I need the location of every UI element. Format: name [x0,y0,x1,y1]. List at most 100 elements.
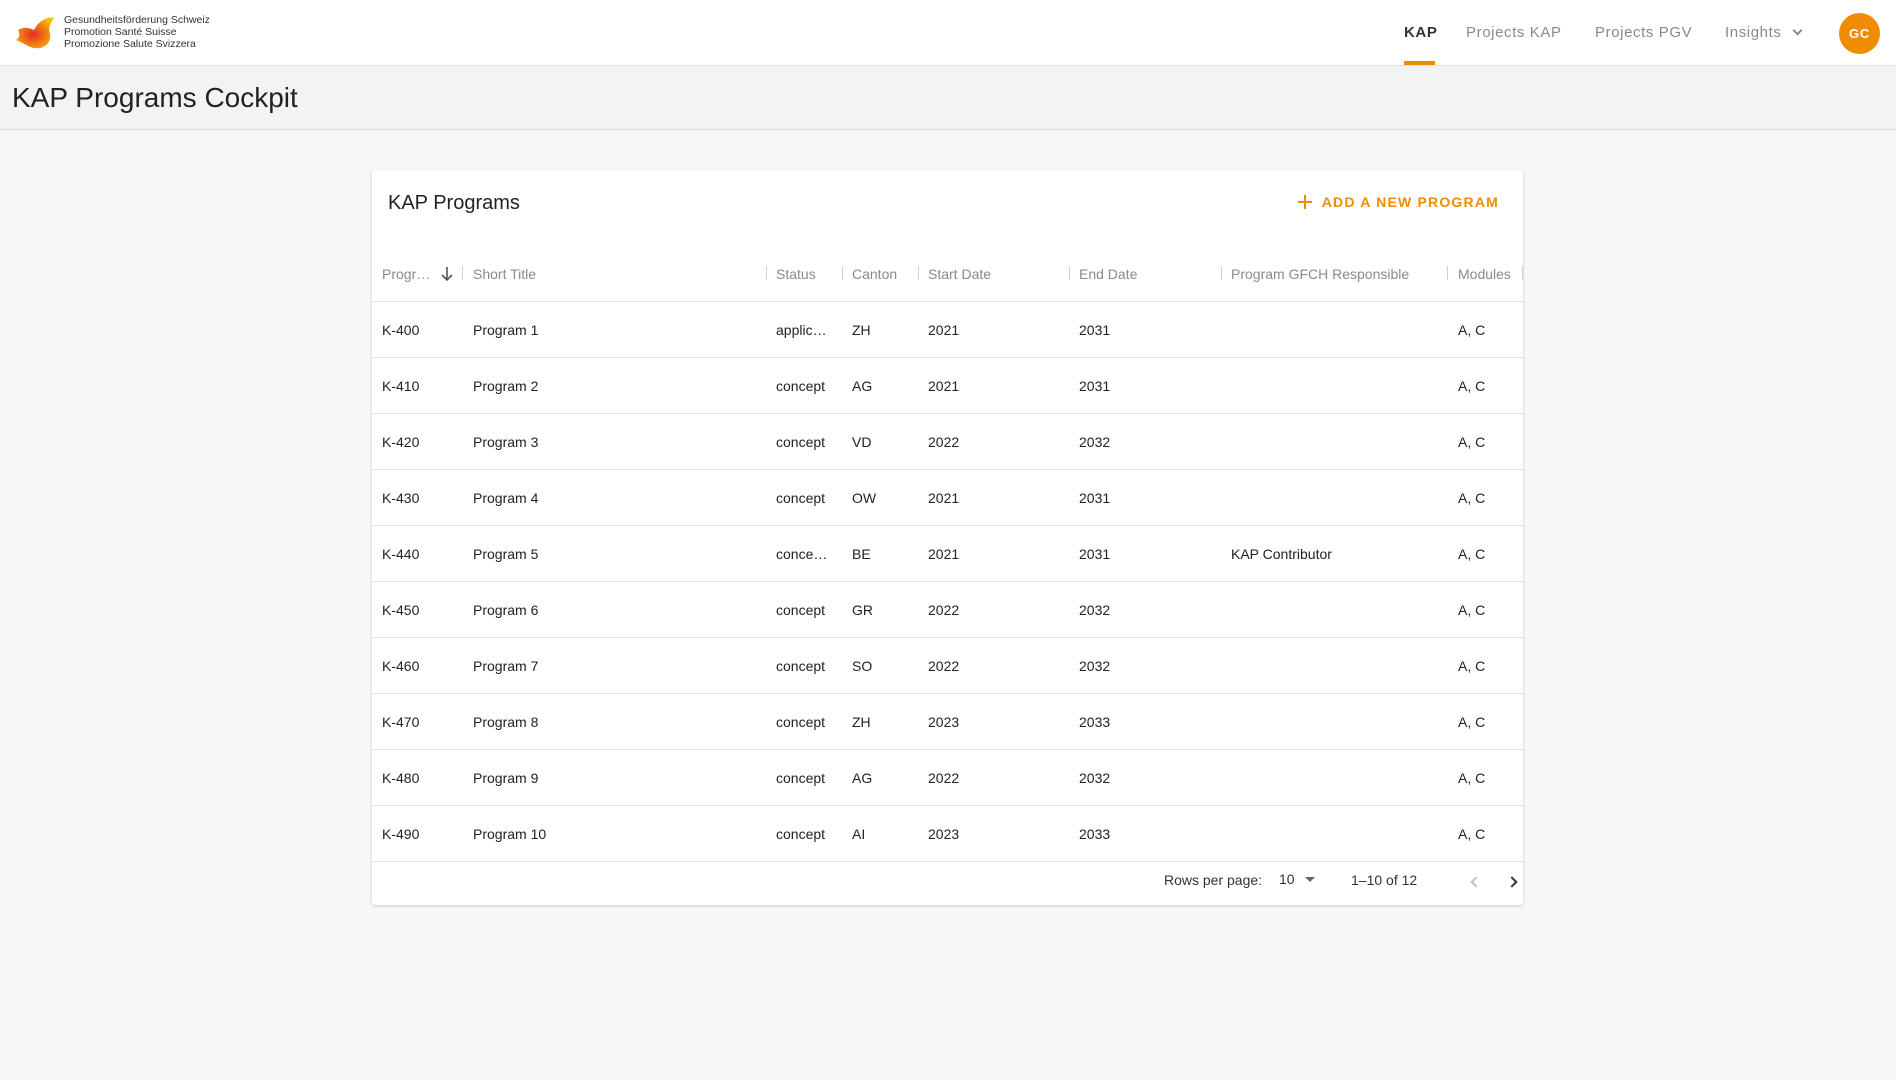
table-row[interactable]: K-490 Program 10 concept AI 2023 2033 A, C [372,806,1523,862]
previous-page-button[interactable] [1460,868,1488,896]
cell-program-id: K-490 [382,826,420,842]
cell-program-id: K-440 [382,546,420,562]
logo-text: Gesundheitsförderung Schweiz Promotion S… [64,14,210,51]
column-separator[interactable] [1069,266,1070,280]
caret-down-icon [1304,876,1315,882]
table-row[interactable]: K-420 Program 3 concept VD 2022 2032 A, C [372,414,1523,470]
table-row[interactable]: K-460 Program 7 concept SO 2022 2032 A, C [372,638,1523,694]
cell-short-title: Program 5 [473,546,539,562]
cell-status: concept [776,434,826,450]
cell-end-date: 2031 [1079,546,1111,562]
cell-canton: ZH [852,714,871,730]
column-separator[interactable] [766,266,767,280]
column-header-modules[interactable]: Modules [1458,266,1511,282]
column-separator[interactable] [1522,266,1523,280]
table-row[interactable]: K-430 Program 4 concept OW 2021 2031 A, C [372,470,1523,526]
cell-modules: A, C [1458,602,1486,618]
cell-short-title: Program 3 [473,434,539,450]
nav-tab-kap[interactable]: KAP [1404,24,1437,41]
cell-short-title: Program 4 [473,490,539,506]
nav-tab-projects-pgv[interactable]: Projects PGV [1595,24,1692,41]
cell-short-title: Program 8 [473,714,539,730]
table-row[interactable]: K-400 Program 1 applic… ZH 2021 2031 A, C [372,302,1523,358]
cell-program-id: K-410 [382,378,420,394]
cell-program-id: K-480 [382,770,420,786]
cell-short-title: Program 10 [473,826,547,842]
cell-status: concept [776,378,826,394]
cell-end-date: 2032 [1079,658,1111,674]
cell-canton: AG [852,378,873,394]
chevron-right-icon [1506,876,1518,888]
rows-per-page-label: Rows per page: [1164,872,1263,888]
cell-program-id: K-430 [382,490,420,506]
cell-short-title: Program 7 [473,658,539,674]
column-header-program[interactable]: Progr… [382,266,430,282]
table-pagination: Rows per page: 10 1–10 of 12 [372,862,1523,905]
programs-card: KAP Programs ADD A NEW PROGRAM Progr… Sh… [372,170,1523,905]
cell-end-date: 2031 [1079,322,1111,338]
cell-canton: BE [852,546,871,562]
cell-modules: A, C [1458,770,1486,786]
cell-canton: AI [852,826,866,842]
table-row[interactable]: K-440 Program 5 conce… BE 2021 2031 KAP Contri… [372,526,1523,582]
cell-start-date: 2021 [928,546,960,562]
cell-program-id: K-400 [382,322,420,338]
column-separator[interactable] [1447,266,1448,280]
cell-status: conce… [776,546,828,562]
cell-canton: AG [852,770,873,786]
cell-program-id: K-450 [382,602,420,618]
cell-short-title: Program 9 [473,770,539,786]
column-header-short-title[interactable]: Short Title [473,266,536,282]
nav-tab-insights-label: Insights [1725,24,1782,41]
table-row[interactable]: K-480 Program 9 concept AG 2022 2032 A, C [372,750,1523,806]
cell-modules: A, C [1458,826,1486,842]
cell-end-date: 2031 [1079,378,1111,394]
cell-modules: A, C [1458,658,1486,674]
column-separator[interactable] [842,266,843,280]
cell-start-date: 2021 [928,490,960,506]
column-header-status[interactable]: Status [776,266,816,282]
logo-line-de: Gesundheitsförderung Schweiz [64,13,210,26]
table-row[interactable]: K-450 Program 6 concept GR 2022 2032 A, C [372,582,1523,638]
cell-status: concept [776,490,826,506]
cell-canton: ZH [852,322,871,338]
pagination-range: 1–10 of 12 [1351,872,1418,888]
next-page-button[interactable] [1500,868,1528,896]
cell-end-date: 2032 [1079,602,1111,618]
cell-start-date: 2021 [928,378,960,394]
column-separator[interactable] [1221,266,1222,280]
table-row[interactable]: K-470 Program 8 concept ZH 2023 2033 A, C [372,694,1523,750]
sort-arrow-down-icon[interactable] [441,266,453,282]
cell-status: concept [776,602,826,618]
nav-tab-projects-kap[interactable]: Projects KAP [1466,24,1562,41]
cell-start-date: 2023 [928,714,960,730]
table-row[interactable]: K-410 Program 2 concept AG 2021 2031 A, C [372,358,1523,414]
cell-canton: OW [852,490,877,506]
cell-status: applic… [776,322,827,338]
column-header-start-date[interactable]: Start Date [928,266,991,282]
logo[interactable]: Gesundheitsförderung Schweiz Promotion S… [14,12,210,52]
cell-modules: A, C [1458,546,1486,562]
cell-start-date: 2023 [928,826,960,842]
column-separator[interactable] [918,266,919,280]
cell-gfch-responsible: KAP Contributor [1231,546,1332,562]
cell-end-date: 2032 [1079,434,1111,450]
user-avatar[interactable]: GC [1839,13,1880,54]
cell-program-id: K-420 [382,434,420,450]
column-header-canton[interactable]: Canton [852,266,897,282]
page-title-bar: KAP Programs Cockpit [0,66,1896,130]
cell-short-title: Program 1 [473,322,539,338]
cell-short-title: Program 2 [473,378,539,394]
cell-end-date: 2033 [1079,714,1111,730]
nav-tab-insights[interactable]: Insights [1725,24,1802,41]
column-header-end-date[interactable]: End Date [1079,266,1137,282]
cell-modules: A, C [1458,378,1486,394]
column-header-gfch-responsible[interactable]: Program GFCH Responsible [1231,266,1409,282]
cell-program-id: K-470 [382,714,420,730]
rows-per-page-select[interactable]: 10 [1279,871,1315,887]
cell-canton: GR [852,602,873,618]
logo-line-it: Promozione Salute Svizzera [64,38,196,51]
column-separator[interactable] [462,266,463,280]
add-program-button[interactable]: ADD A NEW PROGRAM [1297,194,1499,210]
chevron-down-icon [1792,25,1802,36]
